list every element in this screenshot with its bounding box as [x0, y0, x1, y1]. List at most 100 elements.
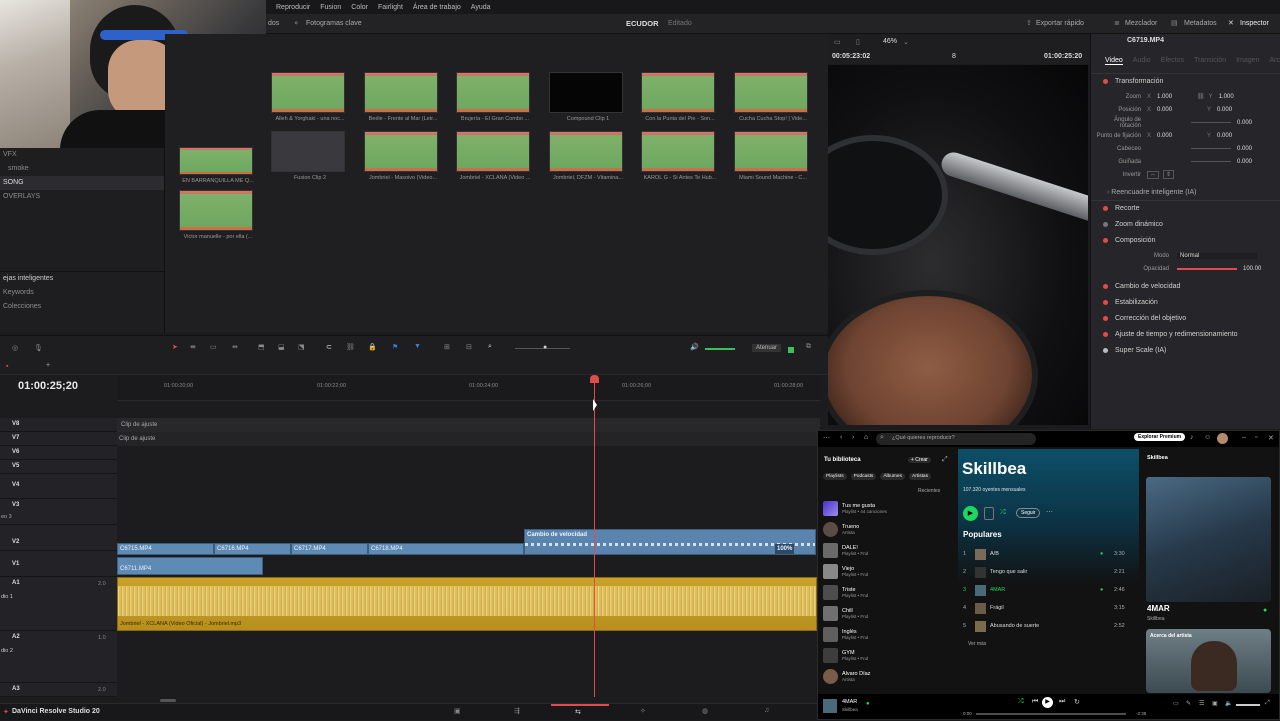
inspector-button[interactable]: Inspector: [1240, 20, 1269, 27]
library-item[interactable]: Inglés Playlist • Fnd: [818, 624, 955, 645]
device-icon[interactable]: ▣: [1212, 700, 1218, 707]
smart-bin-item[interactable]: Keywords: [0, 286, 164, 300]
speaker-icon[interactable]: 🔊: [690, 343, 699, 351]
bin-item[interactable]: OVERLAYS: [0, 190, 164, 204]
section-speed-change[interactable]: Cambio de velocidad: [1091, 279, 1280, 295]
video-clip[interactable]: C6717.MP4: [291, 543, 368, 555]
media-clip[interactable]: Brujería - El Gran Combo ...: [456, 72, 534, 122]
next-icon[interactable]: ⏭: [1059, 698, 1065, 706]
timeline-tab[interactable]: ▪: [6, 363, 8, 370]
library-item[interactable]: Trueno Artista: [818, 519, 955, 540]
audio-clip[interactable]: Jombriel - XCLANA (Video Oficial) - Jomb…: [117, 577, 817, 631]
attenuate-button[interactable]: Atenuar: [752, 344, 782, 352]
mixer-toggle-icon[interactable]: ⧉: [806, 343, 811, 351]
position-y-field[interactable]: 0.000: [1217, 107, 1232, 113]
forward-icon[interactable]: ›: [852, 434, 854, 441]
track-header-a2[interactable]: A2 dio 2 1.0: [0, 631, 117, 683]
zoom-slider-knob[interactable]: ●: [543, 344, 547, 351]
filter-chip[interactable]: Podcasts: [850, 473, 877, 480]
tab-image[interactable]: Imagen: [1236, 57, 1259, 64]
section-lens-correction[interactable]: Corrección del objetivo: [1091, 311, 1280, 327]
anchor-x-field[interactable]: 0.000: [1157, 133, 1187, 139]
zoom-custom-icon[interactable]: ⌕: [488, 343, 492, 351]
lyrics-icon[interactable]: ✎: [1186, 700, 1191, 707]
back-icon[interactable]: ‹: [840, 434, 842, 441]
opacity-slider[interactable]: [1177, 267, 1237, 270]
flip-horizontal-icon[interactable]: ⇔: [1147, 170, 1159, 179]
home-icon[interactable]: ⌂: [864, 434, 868, 441]
filter-chip[interactable]: Artistas: [909, 473, 931, 480]
song-row-playing[interactable]: 3 4MAR ● 2:46: [963, 581, 1137, 599]
shuffle-icon[interactable]: ⤮: [1000, 509, 1006, 517]
video-viewer[interactable]: [828, 65, 1088, 425]
media-clip[interactable]: Compound Clip 1: [549, 72, 627, 122]
section-stabilization[interactable]: Estabilización: [1091, 295, 1280, 311]
shuffle-icon[interactable]: ⤮: [1018, 698, 1024, 706]
lock-icon[interactable]: 🔒: [368, 343, 377, 351]
library-item[interactable]: GYM Playlist • Fnd: [818, 645, 955, 666]
more-options-icon[interactable]: ⋯: [1046, 508, 1053, 516]
track-header-v1[interactable]: V1: [0, 551, 117, 577]
yaw-slider[interactable]: [1191, 161, 1231, 162]
tab-effects[interactable]: Efectos: [1161, 57, 1184, 64]
filter-chip[interactable]: Álbumes: [880, 473, 905, 480]
media-clip[interactable]: Fusion Clip 2: [271, 131, 349, 181]
snapping-icon[interactable]: ⊂: [326, 343, 332, 351]
video-clip[interactable]: C6711.MP4: [117, 557, 263, 575]
link-icon[interactable]: ⛓: [346, 343, 355, 351]
zoom-detail-icon[interactable]: ⊟: [466, 343, 472, 351]
fairlight-page-icon[interactable]: ♫: [764, 707, 769, 714]
friends-icon[interactable]: ☺: [1204, 434, 1211, 441]
track-header-v6[interactable]: V6: [0, 446, 117, 460]
section-transform[interactable]: Transformación: [1091, 74, 1280, 90]
song-row[interactable]: 4 Frágil 3:15: [963, 599, 1137, 617]
menu-color[interactable]: Color: [351, 4, 368, 11]
progress-bar[interactable]: [976, 713, 1126, 715]
adjustment-clip[interactable]: Clip de ajuste: [117, 432, 820, 446]
tab-transition[interactable]: Transición: [1194, 57, 1226, 64]
anchor-y-field[interactable]: 0.000: [1217, 133, 1232, 139]
media-clip[interactable]: KAROL G - Si Antes Te Hub...: [641, 131, 719, 181]
insert-icon[interactable]: ⬒: [258, 343, 265, 351]
liked-check-icon[interactable]: ●: [866, 701, 870, 707]
media-clip[interactable]: EN BARRANQUILLA ME Q...: [179, 147, 257, 184]
media-clip[interactable]: Jombriel - Masoivo (Video...: [364, 131, 442, 181]
keyframes-icon[interactable]: ⋄: [294, 19, 298, 27]
overwrite-icon[interactable]: ⬓: [278, 343, 285, 351]
link-icon[interactable]: ⛓: [1197, 93, 1205, 100]
minimize-icon[interactable]: –: [1242, 434, 1246, 441]
volume-slider[interactable]: [705, 348, 735, 350]
trim-tool-icon[interactable]: ⇼: [190, 343, 196, 351]
track-header-v4[interactable]: V4: [0, 474, 117, 499]
mixer-button[interactable]: Mezclador: [1125, 20, 1157, 27]
track-header-a3[interactable]: A3 2.0: [0, 683, 117, 697]
library-item[interactable]: Viejo Playlist • Fnd: [818, 561, 955, 582]
fusion-page-icon[interactable]: ✧: [640, 707, 646, 715]
enable-dot[interactable]: [1103, 79, 1108, 84]
adjustment-clip[interactable]: Clip de ajuste: [117, 418, 820, 432]
menu-fusion[interactable]: Fusion: [320, 4, 341, 11]
sort-recent[interactable]: Recientes: [918, 488, 940, 494]
replace-icon[interactable]: ⬔: [298, 343, 305, 351]
timeline-timecode[interactable]: 01:00:25;20: [18, 380, 78, 392]
queue-icon[interactable]: ☰: [1199, 700, 1204, 707]
pointer-tool-icon[interactable]: ➤: [172, 343, 178, 351]
see-more-link[interactable]: Ver más: [968, 641, 986, 647]
volume-slider[interactable]: [1236, 704, 1260, 706]
speed-percent[interactable]: 100%: [775, 544, 795, 554]
section-crop[interactable]: Recorte: [1091, 201, 1280, 217]
tab-file[interactable]: Arc: [1269, 57, 1280, 64]
bell-icon[interactable]: ♪: [1190, 434, 1194, 441]
settings-icon[interactable]: ◎: [12, 344, 18, 352]
track-header-v3[interactable]: V3 eo 3: [0, 499, 117, 525]
enable-dot[interactable]: [1103, 332, 1108, 337]
dynamic-trim-icon[interactable]: ▭: [210, 343, 217, 351]
play-pause-button[interactable]: ▶: [1042, 697, 1053, 708]
menu-dots-icon[interactable]: ⋯: [823, 434, 830, 442]
media-clip[interactable]: Beéle - Frente al Mar (Letr...: [364, 72, 442, 122]
enable-dot[interactable]: [1103, 300, 1108, 305]
quick-export-button[interactable]: Exportar rápido: [1036, 20, 1084, 27]
menu-fairlight[interactable]: Fairlight: [378, 4, 403, 11]
smart-reframe-row[interactable]: › Reencuadre inteligente (IA): [1091, 185, 1280, 201]
metadata-icon[interactable]: ▤: [1171, 19, 1178, 27]
